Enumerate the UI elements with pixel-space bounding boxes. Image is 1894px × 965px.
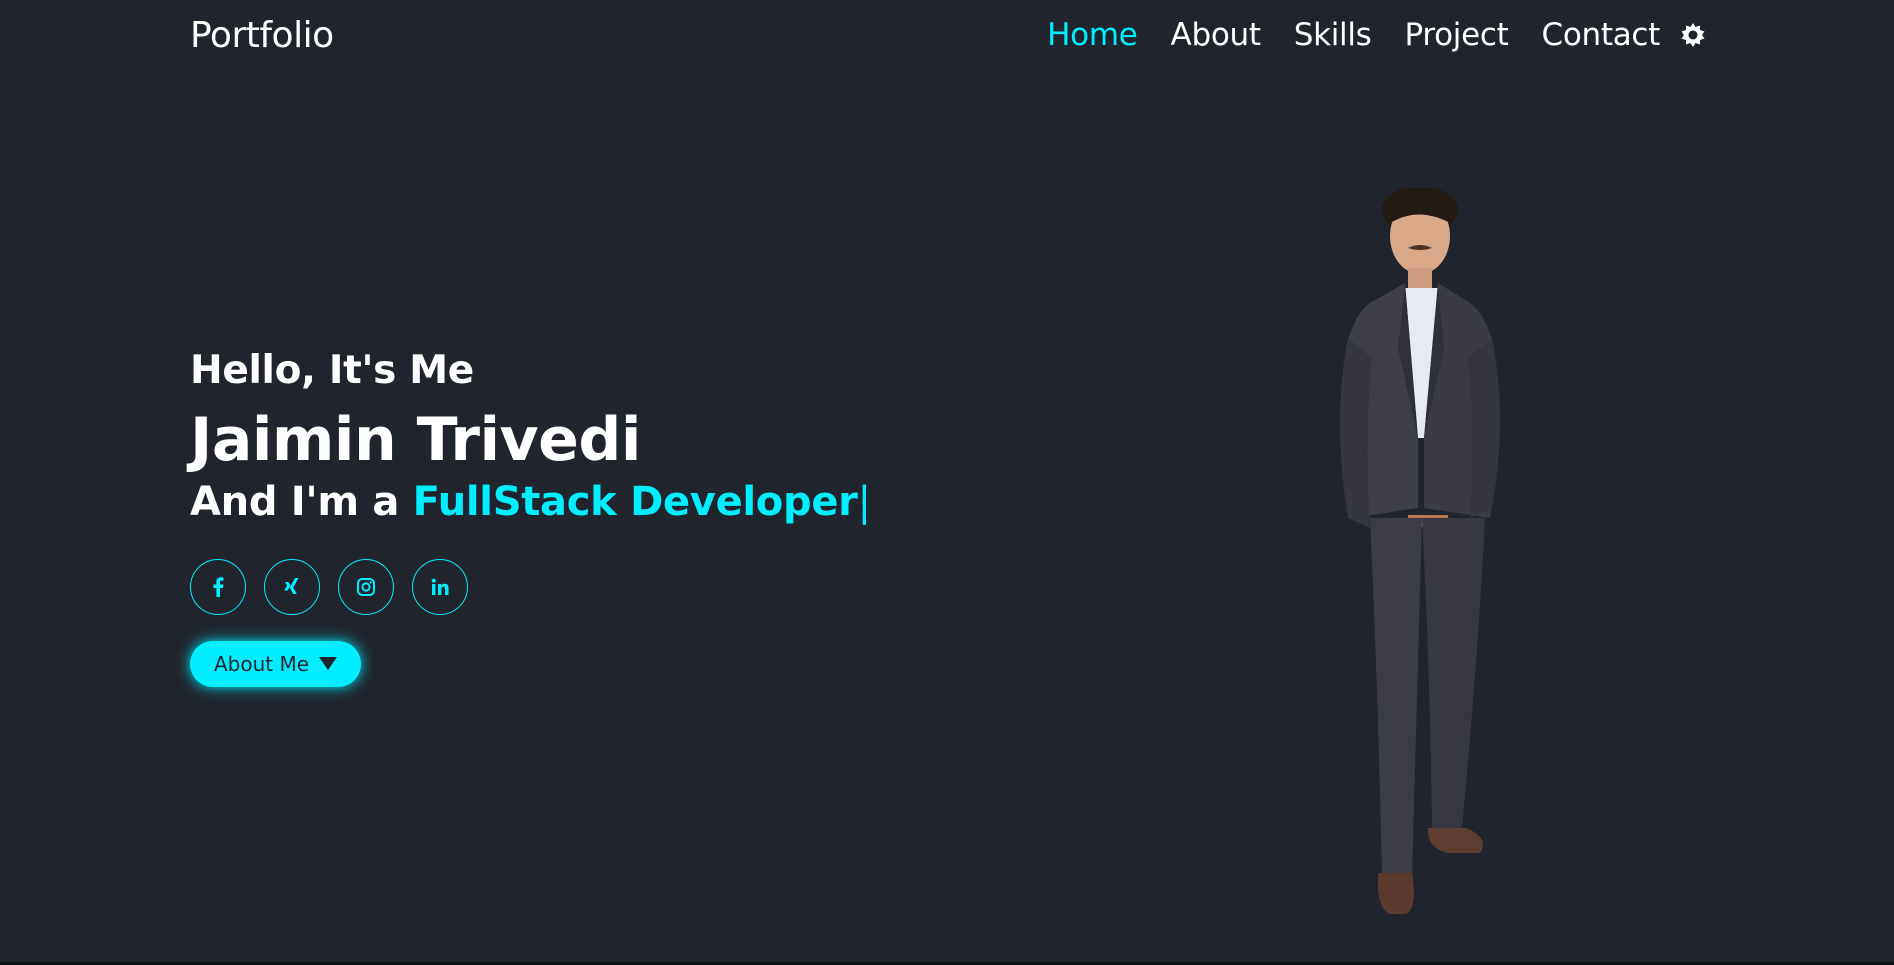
linkedin-icon[interactable] bbox=[412, 558, 468, 615]
xing-icon[interactable] bbox=[264, 558, 320, 615]
theme-toggle-icon[interactable] bbox=[1678, 20, 1708, 50]
facebook-icon[interactable] bbox=[190, 558, 246, 615]
instagram-icon[interactable] bbox=[338, 558, 394, 615]
role-highlight: FullStack Developer bbox=[412, 478, 858, 525]
caret-down-icon bbox=[319, 657, 338, 671]
nav-contact[interactable]: Contact bbox=[1541, 17, 1660, 53]
about-me-label: About Me bbox=[214, 651, 310, 676]
nav-home[interactable]: Home bbox=[1047, 17, 1138, 53]
role-prefix: And I'm a bbox=[190, 478, 400, 525]
hero-name: Jaimin Trivedi bbox=[190, 404, 641, 475]
nav-about[interactable]: About bbox=[1171, 17, 1261, 53]
page: Portfolio Home About Skills Project Cont… bbox=[0, 0, 1894, 965]
role-line: And I'm a FullStack Developer| bbox=[190, 479, 871, 525]
nav-skills[interactable]: Skills bbox=[1294, 17, 1372, 53]
main-nav: Home About Skills Project Contact bbox=[1014, 17, 1708, 53]
profile-photo bbox=[1300, 186, 1540, 918]
social-links bbox=[190, 558, 871, 615]
header: Portfolio Home About Skills Project Cont… bbox=[0, 0, 1894, 76]
hero-section: Hello, It's Me Jaimin Trivedi And I'm a … bbox=[190, 348, 871, 687]
nav-project[interactable]: Project bbox=[1405, 17, 1509, 53]
logo[interactable]: Portfolio bbox=[190, 15, 334, 56]
about-me-button[interactable]: About Me bbox=[190, 640, 362, 687]
typing-cursor: | bbox=[857, 478, 871, 525]
greeting: Hello, It's Me bbox=[190, 348, 474, 393]
